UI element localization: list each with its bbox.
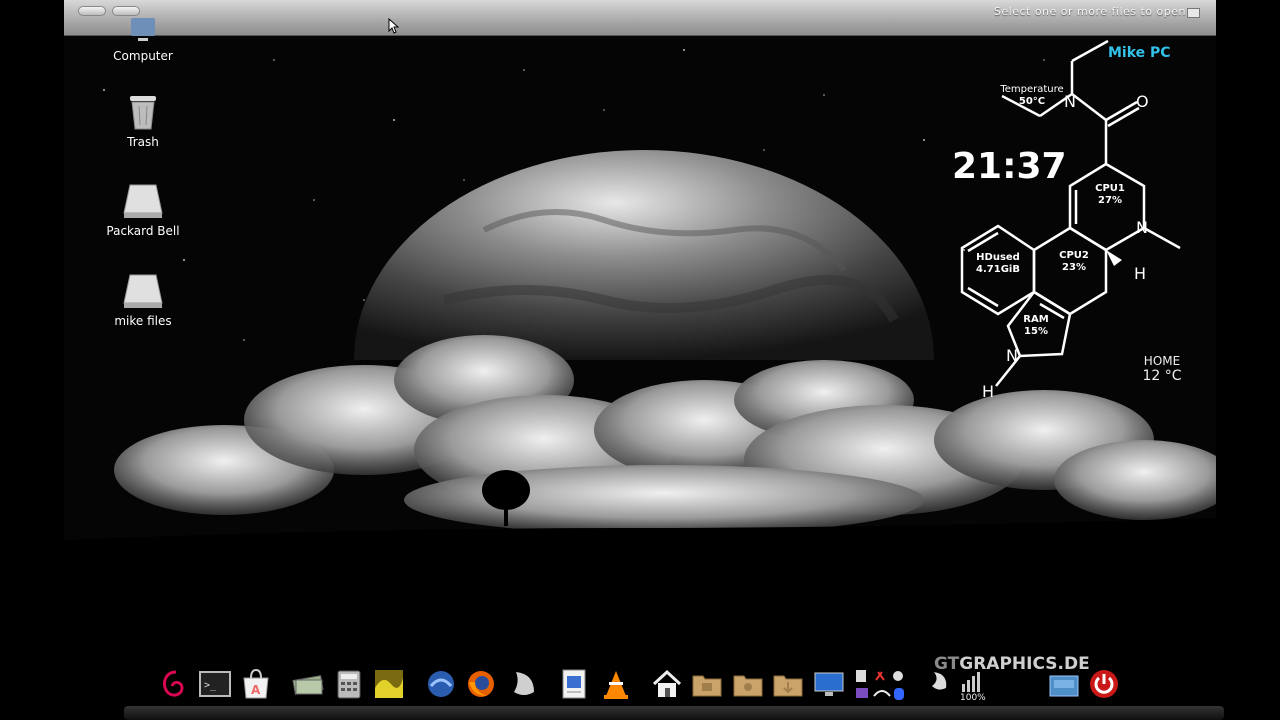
firefox-icon[interactable] [465,668,497,700]
weather-readout: HOME 12 °C [1132,354,1192,384]
moon-icon[interactable] [506,668,538,700]
hd-value: 4.71GiB [976,264,1020,275]
drive-icon [123,184,163,218]
folder-icon[interactable] [772,668,804,700]
vlc-icon[interactable] [600,668,632,700]
monitor-icon[interactable] [813,668,845,700]
desktop-icon-label: mike files [114,314,172,328]
pc-name-label: Mike PC [1108,45,1171,61]
hd-readout: HDused 4.71GiB [970,252,1026,276]
battery-icon[interactable] [958,670,990,694]
thunderbird-icon[interactable] [425,668,457,700]
atom-nitrogen: N [1006,346,1018,365]
software-center-icon[interactable]: A [240,668,272,700]
svg-text:>_: >_ [204,680,217,691]
mouse-cursor-icon [388,18,400,34]
desktop-icon-computer[interactable]: Computer [88,18,198,63]
trash-icon [130,96,156,130]
desktop-icon-mike-files[interactable]: mike files [88,273,198,328]
atom-nitrogen: N [1136,218,1148,237]
weather-location: HOME [1143,354,1181,368]
weather-temperature: 12 °C [1142,368,1182,384]
ram-value: 15% [1024,326,1048,337]
clock: 21:37 [952,146,1067,187]
drive-icon [123,274,163,308]
network-drive-icon[interactable] [1048,668,1080,700]
desktop-icon-label: Packard Bell [106,224,180,238]
temperature-value: 50°C [1018,96,1046,107]
ram-label: RAM [1023,314,1049,325]
atom-oxygen: O [1136,92,1149,111]
image-viewer-icon[interactable] [373,668,405,700]
folder-icon[interactable] [732,668,764,700]
back-button[interactable] [78,6,106,16]
top-panel: Select one or more files to open [64,0,1216,36]
window-icon[interactable] [1187,8,1200,18]
atom-hydrogen: H [982,382,995,401]
desktop-icon-trash[interactable]: Trash [88,94,198,149]
atom-hydrogen: H [1134,264,1147,283]
system-tray-icons[interactable] [852,666,956,706]
ram-readout: RAM 15% [1016,314,1056,338]
cpu2-readout: CPU2 23% [1050,250,1098,274]
temperature-readout: Temperature 50°C [994,84,1070,108]
dock-shelf [124,706,1224,720]
topbar-status-text: Select one or more files to open [993,5,1186,18]
folder-icon[interactable] [691,668,723,700]
document-icon[interactable] [558,668,590,700]
atom-nitrogen: N [1064,92,1076,111]
battery-percentage: 100% [960,693,986,703]
forward-button[interactable] [112,6,140,16]
cpu1-readout: CPU1 27% [1086,183,1134,207]
cpu1-value: 27% [1098,195,1122,206]
home-folder-icon[interactable] [651,668,683,700]
desktop-icon-label: Trash [127,135,159,149]
svg-text:A: A [251,683,261,697]
cpu2-label: CPU2 [1059,250,1089,261]
terminal-icon[interactable]: >_ [199,668,231,700]
temperature-label: Temperature [1000,84,1064,95]
computer-icon [131,18,155,41]
cpu2-value: 23% [1062,262,1086,273]
hd-label: HDused [976,252,1020,263]
desktop-icon-label: Computer [113,49,173,63]
cpu1-label: CPU1 [1095,183,1125,194]
power-icon[interactable] [1088,668,1120,700]
calculator-icon[interactable] [333,668,365,700]
debian-swirl-icon[interactable] [158,668,190,700]
desktop-icon-packard-bell[interactable]: Packard Bell [88,183,198,238]
money-icon[interactable] [292,668,324,700]
